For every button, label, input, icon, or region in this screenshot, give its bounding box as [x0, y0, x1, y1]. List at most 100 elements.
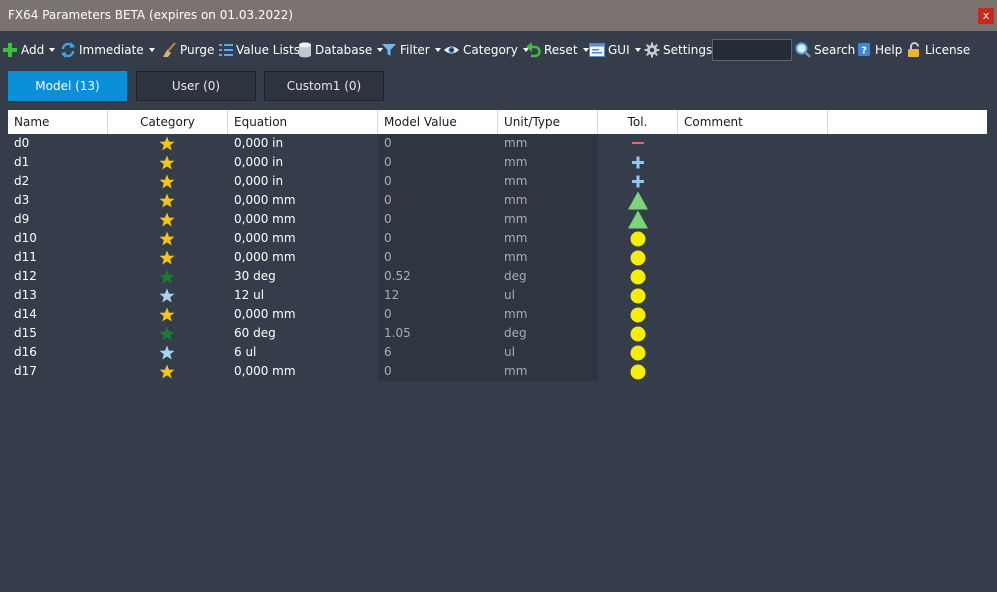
- category-button[interactable]: Category: [443, 40, 529, 60]
- parameter-model-value: 0: [384, 231, 392, 245]
- parameter-equation: 0,000 in: [234, 136, 284, 150]
- parameter-model-value: 0: [384, 307, 392, 321]
- parameter-name: d2: [14, 174, 30, 188]
- license-button[interactable]: License: [907, 40, 970, 60]
- database-label: Database: [315, 43, 373, 57]
- parameter-unit: mm: [504, 307, 528, 321]
- column-header-unit-type[interactable]: Unit/Type: [498, 110, 598, 134]
- tab-user[interactable]: User (0): [136, 71, 256, 101]
- database-button[interactable]: Database: [298, 40, 384, 60]
- column-header-model-value[interactable]: Model Value: [378, 110, 498, 134]
- tol-triangle-icon: [627, 210, 649, 229]
- table-row[interactable]: d11 0,000 mm 0 mm: [8, 248, 987, 267]
- value-lists-button[interactable]: Value Lists: [219, 40, 300, 60]
- tol-circle-icon: [627, 248, 649, 267]
- immediate-button[interactable]: Immediate: [60, 40, 155, 60]
- parameter-equation: 0,000 mm: [234, 250, 296, 264]
- column-header-comment[interactable]: Comment: [678, 110, 828, 134]
- parameter-model-value: 0: [384, 136, 392, 150]
- license-label: License: [925, 43, 971, 57]
- table-row[interactable]: d10 0,000 mm 0 mm: [8, 229, 987, 248]
- tol-plus-icon: [627, 153, 649, 172]
- parameter-model-value: 0: [384, 250, 392, 264]
- search-icon: [795, 42, 811, 58]
- help-button[interactable]: ? Help: [857, 40, 902, 60]
- tol-circle-icon: [627, 324, 649, 343]
- parameter-name: d16: [14, 345, 37, 359]
- parameter-name: d12: [14, 269, 37, 283]
- gold-star-icon: [159, 136, 175, 151]
- toolbar: Add Immediate Purge Value Lists Database…: [0, 31, 997, 69]
- tol-circle-icon: [627, 305, 649, 324]
- tab-model[interactable]: Model (13): [8, 71, 127, 101]
- svg-text:?: ?: [861, 46, 867, 57]
- table-row[interactable]: d0 0,000 in 0 mm: [8, 134, 987, 153]
- column-header-equation[interactable]: Equation: [228, 110, 378, 134]
- parameter-unit: mm: [504, 212, 528, 226]
- lock-icon: [908, 42, 919, 57]
- filter-label: Filter: [400, 43, 430, 57]
- parameter-equation: 0,000 mm: [234, 231, 296, 245]
- value-lists-label: Value Lists: [236, 43, 300, 57]
- table-header: Name Category Equation Model Value Unit/…: [8, 110, 987, 134]
- parameter-model-value: 0.52: [384, 269, 411, 283]
- parameter-equation: 60 deg: [234, 326, 276, 340]
- chevron-down-icon: [634, 48, 641, 52]
- window-icon: [589, 43, 605, 57]
- immediate-label: Immediate: [79, 43, 144, 57]
- parameter-unit: mm: [504, 155, 528, 169]
- column-header-name[interactable]: Name: [8, 110, 108, 134]
- tol-minus-icon: [627, 134, 649, 153]
- parameter-model-value: 0: [384, 174, 392, 188]
- add-label: Add: [21, 43, 45, 57]
- filter-button[interactable]: Filter: [381, 40, 441, 60]
- search-button[interactable]: Search: [795, 40, 855, 60]
- undo-icon: [526, 42, 541, 58]
- parameter-equation: 30 deg: [234, 269, 276, 283]
- parameter-unit: mm: [504, 250, 528, 264]
- tab-custom1[interactable]: Custom1 (0): [264, 71, 384, 101]
- reset-button[interactable]: Reset: [526, 40, 589, 60]
- column-header-category[interactable]: Category: [108, 110, 228, 134]
- blue-star-icon: [159, 288, 175, 303]
- table-row[interactable]: d3 0,000 mm 0 mm: [8, 191, 987, 210]
- chevron-down-icon: [49, 48, 56, 52]
- add-button[interactable]: Add: [2, 40, 56, 60]
- category-label: Category: [463, 43, 518, 57]
- table-row[interactable]: d17 0,000 mm 0 mm: [8, 362, 987, 381]
- refresh-icon: [61, 42, 75, 58]
- table-row[interactable]: d13 12 ul 12 ul: [8, 286, 987, 305]
- purge-button[interactable]: Purge: [161, 40, 214, 60]
- parameter-equation: 6 ul: [234, 345, 257, 359]
- parameter-equation: 0,000 mm: [234, 193, 296, 207]
- table-row[interactable]: d15 60 deg 1.05 deg: [8, 324, 987, 343]
- table-row[interactable]: d16 6 ul 6 ul: [8, 343, 987, 362]
- gui-button[interactable]: GUI: [589, 40, 641, 60]
- settings-button[interactable]: Settings: [644, 40, 712, 60]
- parameter-equation: 0,000 mm: [234, 212, 296, 226]
- parameter-name: d13: [14, 288, 37, 302]
- parameter-model-value: 1.05: [384, 326, 411, 340]
- search-input[interactable]: [712, 39, 792, 61]
- help-icon: ?: [858, 43, 870, 57]
- parameter-name: d1: [14, 155, 30, 169]
- tol-circle-icon: [627, 362, 649, 381]
- table-row[interactable]: d14 0,000 mm 0 mm: [8, 305, 987, 324]
- parameter-model-value: 0: [384, 212, 392, 226]
- table-row[interactable]: d2 0,000 in 0 mm: [8, 172, 987, 191]
- parameter-name: d17: [14, 364, 37, 378]
- parameter-name: d3: [14, 193, 30, 207]
- column-header-tol[interactable]: Tol.: [598, 110, 678, 134]
- parameter-model-value: 6: [384, 345, 392, 359]
- tol-triangle-icon: [627, 191, 649, 210]
- table-row[interactable]: d9 0,000 mm 0 mm: [8, 210, 987, 229]
- table-row[interactable]: d1 0,000 in 0 mm: [8, 153, 987, 172]
- plus-icon: [3, 43, 17, 57]
- close-button[interactable]: x: [978, 8, 994, 24]
- eye-icon: [444, 46, 459, 54]
- parameter-equation: 0,000 mm: [234, 364, 296, 378]
- gear-icon: [644, 42, 660, 58]
- parameter-model-value: 0: [384, 155, 392, 169]
- parameter-unit: deg: [504, 269, 527, 283]
- table-row[interactable]: d12 30 deg 0.52 deg: [8, 267, 987, 286]
